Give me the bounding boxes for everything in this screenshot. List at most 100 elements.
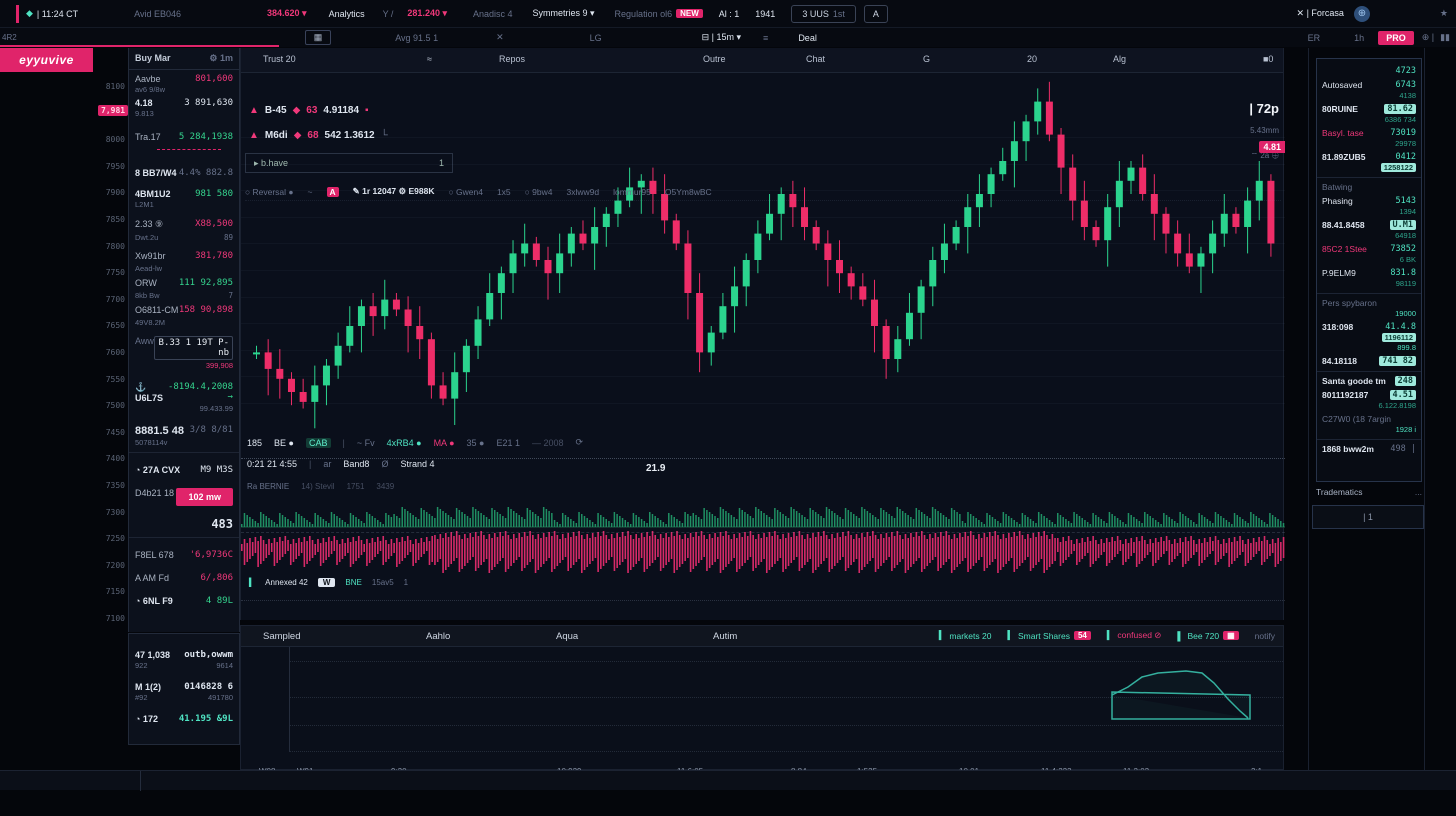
open-order-row[interactable]: ▲B-45◆634.91184▪: [249, 105, 388, 116]
watch-row[interactable]: Xw91br381,780: [129, 247, 239, 262]
watch-settings[interactable]: ⚙ 1m: [209, 53, 233, 64]
chart-header-tab[interactable]: Repos: [499, 54, 525, 64]
bottom-tool[interactable]: ▍markets 20: [939, 630, 992, 641]
plus-icon[interactable]: ⊕ |: [1422, 32, 1434, 43]
indicator-button[interactable]: A: [327, 187, 339, 197]
stats-row[interactable]: Santa goode tm248: [1322, 376, 1416, 386]
watch-row[interactable]: 4BM1U2981 580: [129, 185, 239, 200]
watch-row[interactable]: ◔ 6NL F94 89L: [129, 592, 239, 607]
indicator-button[interactable]: ~: [308, 187, 313, 197]
brand-badge[interactable]: eyyuvive: [0, 48, 93, 72]
analytics-menu[interactable]: Analytics: [329, 9, 365, 19]
bottom-plot[interactable]: [289, 647, 1283, 752]
stats-row[interactable]: Phasing5143: [1322, 196, 1416, 206]
anadisc-menu[interactable]: Anadisc 4: [473, 9, 513, 19]
stats-row[interactable]: 4723: [1322, 66, 1416, 76]
chart-header-tab[interactable]: ≈: [427, 54, 432, 64]
menu-icon[interactable]: ≡: [763, 33, 768, 43]
chart-header-tab[interactable]: Alg: [1113, 54, 1126, 64]
layout-tab[interactable]: ▦: [305, 30, 332, 45]
bottom-tool[interactable]: ▍Smart Shares54: [1007, 630, 1090, 641]
watch-row[interactable]: 8881.5 483/8 8/81: [129, 421, 239, 438]
bottom-tab[interactable]: Autim: [713, 631, 737, 642]
chart-header-tab[interactable]: 20: [1027, 54, 1037, 64]
timeframe-label[interactable]: 1h: [1354, 33, 1364, 43]
stats-row[interactable]: Autosaved6743: [1322, 80, 1416, 90]
right-scroll-edge[interactable]: [1424, 48, 1425, 770]
watch-row[interactable]: 4.183 891,630: [129, 94, 239, 109]
watch-row[interactable]: AwwB.33 1 19T P-nb: [129, 332, 239, 361]
symmetries-dropdown[interactable]: Symmetries 9 ▾: [533, 8, 595, 19]
deal-button[interactable]: Deal: [798, 33, 817, 43]
indicator-button[interactable]: lommur95: [613, 187, 651, 197]
watch-row[interactable]: 483: [129, 513, 239, 532]
order-size-box[interactable]: 3 UUS 1st: [791, 5, 856, 23]
indicator-button[interactable]: O5Ym8wBC: [665, 187, 712, 197]
chart-header-tab[interactable]: ■0: [1263, 54, 1273, 64]
stats-row[interactable]: 85C2 1Stee73852: [1322, 244, 1416, 254]
watch-row[interactable]: ◔ 27A CVXM9 M3S: [129, 461, 239, 476]
watch-row[interactable]: D4b21 18102 mw: [129, 484, 239, 507]
stats-row[interactable]: P.9ELM9831.8: [1322, 268, 1416, 278]
bottom-tab[interactable]: Aqua: [556, 631, 578, 642]
watch-row[interactable]: 49V8.2M: [129, 316, 239, 328]
right-panel-input[interactable]: [1312, 505, 1424, 529]
close-tab-icon[interactable]: ✕: [496, 32, 504, 43]
watch-footer-row[interactable]: 47 1,038outb,owwm: [129, 646, 239, 661]
watch-row[interactable]: ⚓ U6L7S-8194.4,2008 →: [129, 378, 239, 404]
stats-row[interactable]: 88.41.8458U.M1: [1322, 220, 1416, 230]
watch-row[interactable]: Aavbe801,600: [129, 70, 239, 85]
watch-row[interactable]: Dwt.2u89: [129, 231, 239, 243]
watch-row[interactable]: F8EL 678'6,9736C: [129, 546, 239, 561]
chart-header-tab[interactable]: Trust 20: [263, 54, 296, 64]
watch-row[interactable]: Aead-lw: [129, 262, 239, 274]
stats-row[interactable]: 80111921874.51: [1322, 390, 1416, 400]
stats-row[interactable]: Batwing: [1322, 182, 1416, 192]
stats-row[interactable]: 318:09841.4.8: [1322, 322, 1416, 332]
price1-dropdown[interactable]: 384.620 ▾: [267, 8, 307, 19]
watch-row[interactable]: 2.33 ⑨X88,500: [129, 215, 239, 231]
bottom-tool[interactable]: ▌Bee 720▦: [1177, 631, 1238, 641]
bottom-tool[interactable]: ▍confused ⊘: [1107, 630, 1162, 641]
more-dots[interactable]: ...: [1415, 487, 1422, 497]
watch-row[interactable]: A AM Fd6/,806: [129, 569, 239, 584]
bottom-tab[interactable]: Aahlo: [426, 631, 450, 642]
candlestick-plot[interactable]: ▲B-45◆634.91184▪▲M6di◆68542 1.3612└ ▸ b.…: [241, 73, 1285, 433]
bottom-tab[interactable]: Sampled: [263, 631, 301, 642]
stats-row[interactable]: C27W0 (18 7argin: [1322, 414, 1416, 424]
price2-dropdown[interactable]: 281.240 ▾: [407, 8, 447, 19]
stats-row[interactable]: Basyl. tase73019: [1322, 128, 1416, 138]
indicator-button[interactable]: ○ 9bw4: [525, 187, 553, 197]
indicator-button[interactable]: 1x5: [497, 187, 511, 197]
chart-header-tab[interactable]: G: [923, 54, 930, 64]
watch-footer-row[interactable]: ◔ 17241.195 &9L: [129, 710, 239, 725]
stats-row[interactable]: 81.89ZUB50412: [1322, 152, 1416, 162]
globe-icon[interactable]: ⊕: [1354, 6, 1370, 22]
bottom-tool[interactable]: notify: [1255, 631, 1275, 641]
stats-row[interactable]: Pers spybaron: [1322, 298, 1416, 308]
stats-row[interactable]: 1868 bww2m498 |: [1322, 444, 1416, 454]
open-order-row[interactable]: ▲M6di◆68542 1.3612└: [249, 130, 388, 141]
a-mode-button[interactable]: A: [864, 5, 888, 23]
watch-row[interactable]: 8kb Bw7: [129, 289, 239, 301]
indicator-button[interactable]: ✎ 1r 12047 ⚙ E988K: [353, 186, 435, 197]
account-label[interactable]: ✕ | Forcasa: [1297, 8, 1344, 19]
columns-icon[interactable]: ▮▮: [1440, 32, 1450, 43]
indicator-button[interactable]: 3xlww9d: [566, 187, 599, 197]
indicator-button[interactable]: ○ Reversal ●: [245, 187, 294, 197]
sell-button[interactable]: 102 mw: [176, 488, 233, 506]
watch-footer-row[interactable]: M 1(2)0146828 6: [129, 678, 239, 693]
stats-row[interactable]: 80RUINE81.62: [1322, 104, 1416, 114]
stats-row[interactable]: 84.18118741 82: [1322, 356, 1416, 366]
watch-row[interactable]: ORW111 92,895: [129, 274, 239, 289]
regulation-menu[interactable]: Regulation ol6: [615, 9, 673, 19]
watch-row[interactable]: Tra.175 284,1938: [129, 128, 239, 143]
star-icon[interactable]: ★: [1440, 8, 1448, 19]
watch-row[interactable]: O6811-CM158 90,898: [129, 301, 239, 316]
indicator-button[interactable]: ○ Gwen4: [449, 187, 483, 197]
pro-badge[interactable]: PRO: [1378, 31, 1414, 45]
chart-header-tab[interactable]: Chat: [806, 54, 825, 64]
watch-row-valuebox[interactable]: B.33 1 19T P-nb: [154, 336, 233, 360]
interval-dropdown[interactable]: ⊟ | 15m ▾: [702, 32, 741, 43]
watch-row[interactable]: 8 BB7/W44.4% 882.8: [129, 164, 239, 179]
